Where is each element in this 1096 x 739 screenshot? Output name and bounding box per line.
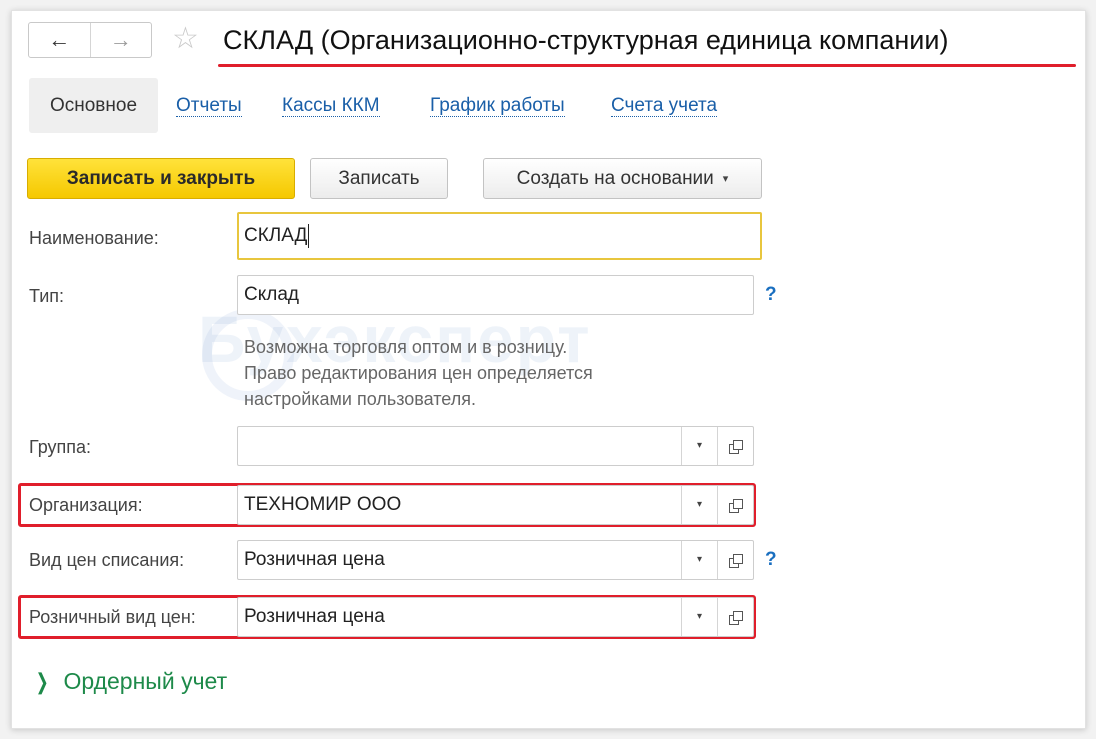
arrow-left-icon: ← [48,27,71,52]
organization-open-button[interactable] [717,486,753,524]
arrow-right-icon: → [109,27,132,52]
tab-reports[interactable]: Отчеты [176,95,242,117]
name-input[interactable]: СКЛАД [237,212,762,260]
type-value: Склад [244,284,299,305]
open-form-icon [729,498,743,513]
group-field[interactable]: ▾ [237,426,754,466]
caret-down-icon: ▾ [722,173,729,185]
type-hint: Возможна торговля оптом и в розницу. Пра… [244,334,593,412]
save-and-close-button[interactable]: Записать и закрыть [27,158,295,199]
order-accounting-section[interactable]: ❯ Ордерный учет [33,668,227,695]
dropdown-icon: ▾ [696,440,703,451]
title-highlight-underline [218,64,1076,67]
organization-dropdown-button[interactable]: ▾ [681,486,717,524]
tab-main[interactable]: Основное [29,78,158,133]
dropdown-icon: ▾ [696,499,703,510]
save-and-close-label: Записать и закрыть [66,167,256,189]
open-form-icon [729,553,743,568]
text-cursor [308,223,310,248]
dropdown-icon: ▾ [696,611,703,622]
open-form-icon [729,439,743,454]
group-label: Группа: [29,437,92,457]
retail-price-open-button[interactable] [717,598,753,636]
group-dropdown-button[interactable]: ▾ [681,427,717,465]
save-label: Записать [338,167,420,189]
organization-value: ТЕХНОМИР ООО [244,494,402,515]
tab-cash-registers[interactable]: Кассы ККМ [282,95,380,117]
chevron-right-icon: ❯ [35,668,49,694]
writeoff-price-value: Розничная цена [244,549,385,570]
hint-line-2: Право редактирования цен определяется [244,363,593,383]
organization-label: Организация: [29,495,143,515]
hint-line-3: настройками пользователя. [244,389,476,409]
tab-accounts[interactable]: Счета учета [611,95,718,117]
name-value: СКЛАД [244,225,308,246]
page-title: СКЛАД (Организационно-структурная единиц… [223,25,949,55]
open-form-icon [729,610,743,625]
writeoff-price-field[interactable]: Розничная цена ▾ [237,540,754,580]
forward-button[interactable]: → [89,23,152,57]
writeoff-price-open-button[interactable] [717,541,753,579]
hint-line-1: Возможна торговля оптом и в розницу. [244,337,568,357]
retail-price-value: Розничная цена [244,606,385,627]
writeoff-price-help-icon[interactable]: ? [765,549,777,571]
name-label: Наименование: [29,228,159,248]
save-button[interactable]: Записать [310,158,448,199]
star-icon[interactable]: ☆ [172,21,199,57]
writeoff-price-dropdown-button[interactable]: ▾ [681,541,717,579]
order-accounting-label: Ордерный учет [63,668,228,694]
tab-main-label: Основное [49,94,138,116]
writeoff-price-label: Вид цен списания: [29,550,185,570]
retail-price-dropdown-button[interactable]: ▾ [681,598,717,636]
create-based-on-label: Создать на основании [516,167,714,189]
type-help-icon[interactable]: ? [765,284,777,306]
create-based-on-button[interactable]: Создать на основании ▾ [483,158,762,199]
dropdown-icon: ▾ [696,554,703,565]
organization-field[interactable]: ТЕХНОМИР ООО ▾ [237,485,754,525]
back-button[interactable]: ← [29,23,90,57]
retail-price-field[interactable]: Розничная цена ▾ [237,597,754,637]
group-open-button[interactable] [717,427,753,465]
form-window: Бухэксперт ← → ☆ СКЛАД (Организационно-с… [11,10,1086,729]
type-label: Тип: [29,286,65,306]
tab-schedule[interactable]: График работы [430,95,565,117]
type-field[interactable]: Склад [237,275,754,315]
retail-price-label: Розничный вид цен: [29,607,196,627]
nav-buttons: ← → [28,22,152,58]
